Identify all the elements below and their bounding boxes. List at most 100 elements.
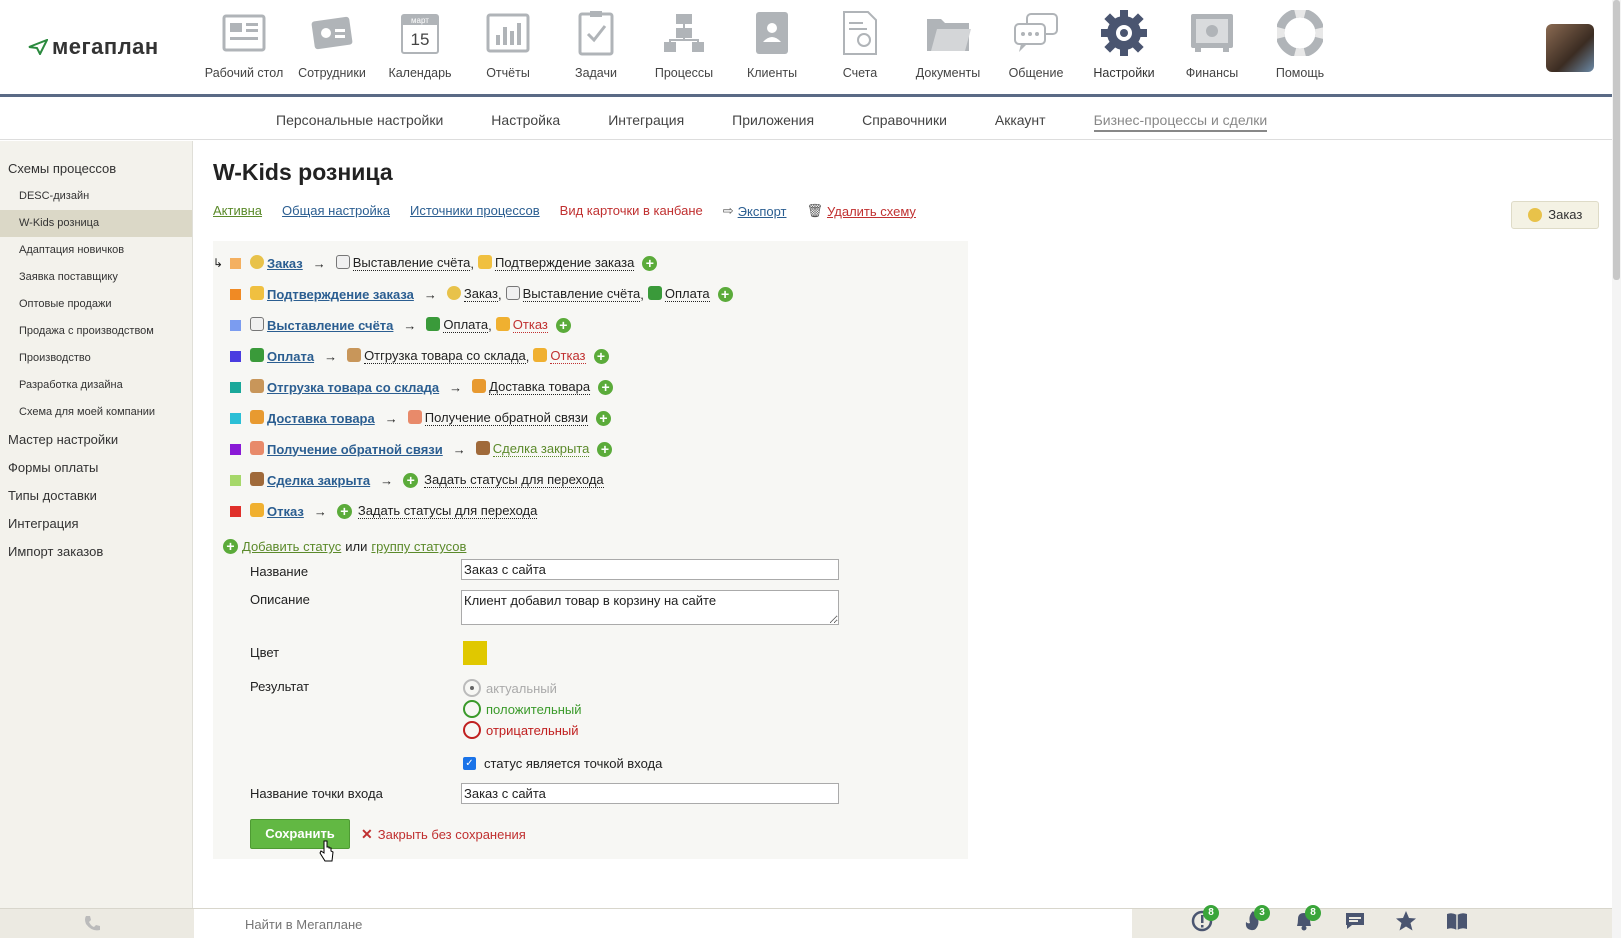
nav-item-processes[interactable]: Процессы [640,10,728,90]
transition-target[interactable]: Оплата [443,317,489,333]
nav-item-employees[interactable]: Сотрудники [288,10,376,90]
transition-target[interactable]: Выставление счёта [522,286,641,302]
add-icon[interactable]: + [223,539,238,554]
nav-item-documents[interactable]: Документы [904,10,992,90]
nav-item-calendar[interactable]: март 15 Календарь [376,10,464,90]
status-name-link[interactable]: Доставка товара [267,411,375,426]
avatar[interactable] [1546,24,1594,72]
status-name-link[interactable]: Заказ [267,256,303,271]
set-transitions-link[interactable]: Задать статусы для перехода [424,472,604,488]
sidebar-subitem[interactable]: Разработка дизайна [0,372,192,399]
nav-item-safe[interactable]: Финансы [1168,10,1256,90]
add-transition-icon[interactable]: + [403,472,419,488]
delete-scheme-link[interactable]: Удалить схему [827,204,916,219]
alert-button[interactable]: 8 [1190,905,1219,935]
add-transition-icon[interactable]: + [597,441,613,457]
phone-icon[interactable] [82,914,102,934]
color-swatch[interactable] [463,641,487,665]
name-input[interactable] [461,559,839,580]
transition-target[interactable]: Доставка товара [489,379,591,395]
sidebar-item[interactable]: Типы доставки [0,482,192,510]
subnav-tab[interactable]: Настройка [491,112,560,132]
add-transition-icon[interactable]: + [717,286,733,302]
sidebar-subitem[interactable]: Оптовые продажи [0,291,192,318]
sidebar-item[interactable]: Мастер настройки [0,426,192,454]
status-name-link[interactable]: Сделка закрыта [267,473,370,488]
star-button[interactable] [1394,910,1418,935]
transition-target[interactable]: Сделка закрыта [492,441,590,457]
sidebar-subitem[interactable]: W-Kids розница [0,210,192,237]
radio-negative[interactable]: отрицательный [463,721,579,739]
transition-target[interactable]: Подтверждение заказа [495,255,635,271]
sidebar-item[interactable]: Схемы процессов [0,155,192,183]
sidebar-subitem[interactable]: Производство [0,345,192,372]
subnav-tab[interactable]: Бизнес-процессы и сделки [1093,112,1268,132]
search-input[interactable] [194,909,1132,939]
radio-positive[interactable]: положительный [463,700,582,718]
scrollbar-thumb[interactable] [1613,0,1620,280]
save-button[interactable]: Сохранить [250,819,350,849]
book-button[interactable] [1445,911,1469,935]
add-group-link[interactable]: группу статусов [371,539,466,554]
status-name-link[interactable]: Получение обратной связи [267,442,443,457]
add-status-link[interactable]: Добавить статус [242,539,341,554]
tab-kanban[interactable]: Вид карточки в канбане [560,203,703,219]
status-name-link[interactable]: Оплата [267,349,314,364]
sidebar-item[interactable]: Интеграция [0,510,192,538]
transition-target[interactable]: Оплата [664,286,710,302]
sidebar-item[interactable]: Формы оплаты [0,454,192,482]
nav-item-tasks[interactable]: Задачи [552,10,640,90]
tab-sources[interactable]: Источники процессов [410,203,540,219]
nav-item-invoices[interactable]: Счета [816,10,904,90]
sidebar-subitem[interactable]: Продажа с производством [0,318,192,345]
add-transition-icon[interactable]: + [555,317,571,333]
nav-item-gear[interactable]: Настройки [1080,10,1168,90]
add-transition-icon[interactable]: + [598,379,614,395]
nav-item-reports[interactable]: Отчёты [464,10,552,90]
nav-item-chat[interactable]: Общение [992,10,1080,90]
description-textarea[interactable]: Клиент добавил товар в корзину на сайте [461,590,839,625]
transition-target[interactable]: Отказ [512,317,548,333]
add-transition-icon[interactable]: + [596,410,611,426]
nav-item-desktop[interactable]: Рабочий стол [200,10,288,90]
sidebar-subitem[interactable]: Адаптация новичков [0,237,192,264]
subnav-tab[interactable]: Интеграция [608,112,684,132]
transition-target[interactable]: Отказ [550,348,586,364]
sidebar-subitem[interactable]: Заявка поставщику [0,264,192,291]
tab-active[interactable]: Активна [213,203,262,219]
set-transitions-link[interactable]: Задать статусы для перехода [357,503,538,519]
add-transition-icon[interactable]: + [642,255,658,271]
transition-target[interactable]: Выставление счёта [352,255,471,271]
subnav-tab[interactable]: Справочники [862,112,947,132]
sidebar-item[interactable]: Импорт заказов [0,538,192,566]
transition-target[interactable]: Отгрузка товара со склада [364,348,526,364]
close-without-saving-link[interactable]: ✕ Закрыть без сохранения [361,826,526,843]
bell-button[interactable]: 8 [1292,905,1321,935]
nav-item-lifebuoy[interactable]: Помощь [1256,10,1344,90]
add-transition-icon[interactable]: + [593,348,609,364]
status-name-link[interactable]: Отгрузка товара со склада [267,380,439,395]
subnav-tab[interactable]: Аккаунт [995,112,1046,132]
sidebar-subitem[interactable]: DESC-дизайн [0,183,192,210]
nav-item-clients[interactable]: Клиенты [728,10,816,90]
subnav-tab[interactable]: Приложения [732,112,814,132]
fire-button[interactable]: 3 [1241,905,1270,935]
sidebar-subitem[interactable]: Схема для моей компании [0,399,192,426]
status-name-link[interactable]: Выставление счёта [267,318,393,333]
status-name-link[interactable]: Отказ [267,504,304,519]
gavel-icon [250,472,264,486]
transition-target[interactable]: Получение обратной связи [424,410,588,426]
status-name-link[interactable]: Подтверждение заказа [267,287,414,302]
entry-name-input[interactable] [461,783,839,804]
add-transition-icon[interactable]: + [336,503,352,519]
order-badge[interactable]: Заказ [1511,201,1599,229]
transition-target[interactable]: Заказ [463,286,498,302]
subnav-tab[interactable]: Персональные настройки [276,112,443,132]
logo[interactable]: мегаплан [28,34,159,60]
tab-general[interactable]: Общая настройка [282,203,390,219]
entry-point-checkbox[interactable]: ✓ статус является точкой входа [463,756,662,771]
scrollbar[interactable] [1612,0,1621,938]
export-link[interactable]: Экспорт [738,204,787,219]
message-button[interactable] [1343,911,1367,935]
radio-actual[interactable]: актуальный [463,679,557,697]
